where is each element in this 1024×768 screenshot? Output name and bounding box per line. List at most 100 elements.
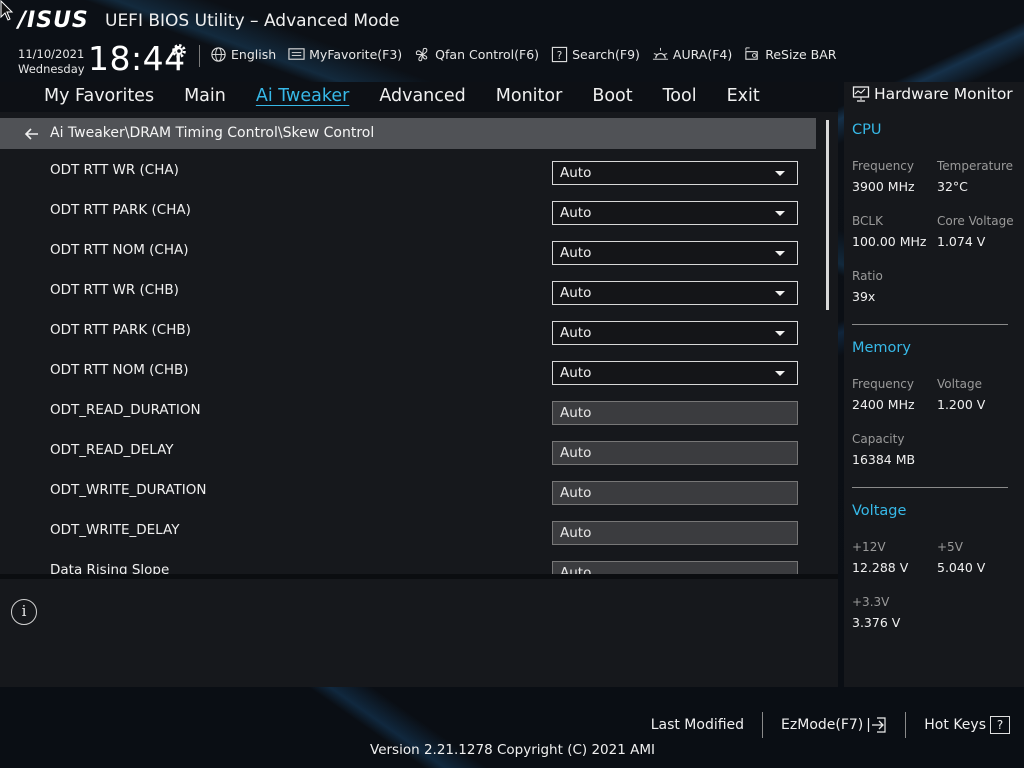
memory-frequency-label: Frequency [852, 377, 914, 391]
main-menu: My Favorites Main Ai Tweaker Advanced Mo… [0, 82, 838, 112]
search-button[interactable]: ? Search(F9) [551, 46, 640, 63]
setting-dropdown[interactable]: Auto [552, 281, 798, 305]
settings-list: ODT RTT WR (CHA) Auto ODT RTT PARK (CHA)… [0, 152, 816, 574]
dropdown-value: Auto [560, 245, 592, 261]
setting-row[interactable]: ODT RTT PARK (CHA) Auto [0, 192, 816, 232]
language-label: English [231, 47, 277, 62]
setting-input[interactable]: Auto [552, 441, 798, 465]
setting-dropdown[interactable]: Auto [552, 321, 798, 345]
tab-exit[interactable]: Exit [727, 86, 760, 106]
voltage-section-title: Voltage [852, 503, 907, 519]
search-label: Search(F9) [572, 47, 640, 62]
breadcrumb-path: Ai Tweaker\DRAM Timing Control\Skew Cont… [50, 125, 375, 141]
tab-ai-tweaker[interactable]: Ai Tweaker [256, 86, 349, 106]
help-panel: i [0, 579, 838, 687]
setting-row[interactable]: ODT RTT PARK (CHB) Auto [0, 312, 816, 352]
setting-label: ODT RTT PARK (CHB) [50, 322, 191, 338]
weekday-text: Wednesday [18, 62, 85, 76]
search-help-icon: ? [551, 46, 568, 63]
tab-my-favorites[interactable]: My Favorites [44, 86, 154, 106]
hardware-monitor-panel: Hardware Monitor CPU Frequency 3900 MHz … [844, 82, 1024, 687]
ratio-value: 39x [852, 289, 876, 304]
dropdown-value: Auto [560, 285, 592, 301]
app-title: UEFI BIOS Utility – Advanced Mode [105, 11, 400, 31]
caret-down-icon [775, 291, 785, 296]
back-arrow-icon[interactable] [24, 126, 40, 142]
scrollbar[interactable] [826, 120, 829, 310]
date-text: 11/10/2021 [18, 47, 85, 61]
setting-row[interactable]: ODT RTT WR (CHB) Auto [0, 272, 816, 312]
v33-label: +3.3V [852, 595, 890, 609]
info-icon: i [11, 599, 37, 625]
toolbar: English MyFavorite(F3) Qfan Control(F6) … [210, 46, 837, 63]
resize-bar-label: ReSize BAR [765, 47, 837, 62]
breadcrumb: Ai Tweaker\DRAM Timing Control\Skew Cont… [0, 118, 816, 149]
memory-section-title: Memory [852, 340, 911, 356]
setting-dropdown[interactable]: Auto [552, 361, 798, 385]
setting-label: ODT_WRITE_DELAY [50, 522, 180, 538]
capacity-label: Capacity [852, 432, 905, 446]
section-divider [852, 487, 1008, 488]
hot-keys-label: Hot Keys [924, 717, 986, 733]
caret-down-icon [775, 171, 785, 176]
hardware-monitor-title: Hardware Monitor [874, 85, 1013, 103]
exit-arrow-icon [868, 717, 886, 733]
resize-bar-button[interactable]: ReSize BAR [744, 46, 837, 63]
aura-icon [652, 47, 668, 60]
tab-main[interactable]: Main [184, 86, 226, 106]
setting-row[interactable]: ODT RTT NOM (CHB) Auto [0, 352, 816, 392]
setting-label: ODT_READ_DELAY [50, 442, 174, 458]
section-divider [852, 324, 1008, 325]
setting-dropdown[interactable]: Auto [552, 241, 798, 265]
ezmode-button[interactable]: EzMode(F7) [763, 716, 905, 734]
monitor-icon [852, 86, 870, 102]
setting-row[interactable]: ODT_READ_DURATION Auto [0, 392, 816, 432]
date-display[interactable]: 11/10/2021 Wednesday [18, 47, 85, 77]
aura-button[interactable]: AURA(F4) [652, 46, 732, 63]
tab-boot[interactable]: Boot [592, 86, 632, 106]
header: /ISUS UEFI BIOS Utility – Advanced Mode … [0, 0, 1024, 82]
globe-icon [211, 47, 226, 62]
last-modified-label: Last Modified [650, 717, 745, 733]
setting-row[interactable]: ODT_WRITE_DURATION Auto [0, 472, 816, 512]
hot-keys-button[interactable]: Hot Keys ? [906, 716, 1010, 734]
memory-frequency-value: 2400 MHz [852, 397, 915, 412]
caret-down-icon [775, 331, 785, 336]
svg-text:?: ? [557, 50, 563, 62]
setting-row[interactable]: ODT_WRITE_DELAY Auto [0, 512, 816, 552]
gear-icon[interactable] [170, 42, 188, 60]
setting-label: ODT RTT NOM (CHB) [50, 362, 189, 378]
hardware-monitor-header: Hardware Monitor [852, 85, 1013, 103]
setting-row[interactable]: ODT RTT WR (CHA) Auto [0, 152, 816, 192]
language-button[interactable]: English [210, 46, 276, 63]
tab-advanced[interactable]: Advanced [379, 86, 465, 106]
setting-label: ODT RTT PARK (CHA) [50, 202, 191, 218]
setting-row[interactable]: ODT_READ_DELAY Auto [0, 432, 816, 472]
setting-label: ODT RTT WR (CHA) [50, 162, 179, 178]
resize-bar-icon [745, 47, 759, 60]
setting-dropdown[interactable]: Auto [552, 201, 798, 225]
myfavorite-button[interactable]: MyFavorite(F3) [288, 46, 402, 63]
last-modified-button[interactable]: Last Modified [633, 717, 762, 733]
ratio-label: Ratio [852, 269, 883, 283]
qfan-label: Qfan Control(F6) [435, 47, 540, 62]
question-icon: ? [990, 716, 1010, 734]
asus-logo: /ISUS [18, 8, 89, 33]
cpu-temperature-value: 32°C [937, 179, 968, 194]
setting-input[interactable]: Auto [552, 561, 798, 574]
dropdown-value: Auto [560, 205, 592, 221]
qfan-control-button[interactable]: Qfan Control(F6) [414, 46, 539, 63]
setting-input[interactable]: Auto [552, 481, 798, 505]
setting-dropdown[interactable]: Auto [552, 161, 798, 185]
setting-label: ODT RTT NOM (CHA) [50, 242, 189, 258]
cpu-frequency-value: 3900 MHz [852, 179, 915, 194]
dropdown-value: Auto [560, 365, 592, 381]
setting-row[interactable]: Data Rising Slope Auto [0, 552, 816, 574]
tab-monitor[interactable]: Monitor [496, 86, 563, 106]
capacity-value: 16384 MB [852, 452, 916, 467]
setting-input[interactable]: Auto [552, 401, 798, 425]
setting-row[interactable]: ODT RTT NOM (CHA) Auto [0, 232, 816, 272]
core-voltage-value: 1.074 V [937, 234, 986, 249]
tab-tool[interactable]: Tool [663, 86, 697, 106]
setting-input[interactable]: Auto [552, 521, 798, 545]
